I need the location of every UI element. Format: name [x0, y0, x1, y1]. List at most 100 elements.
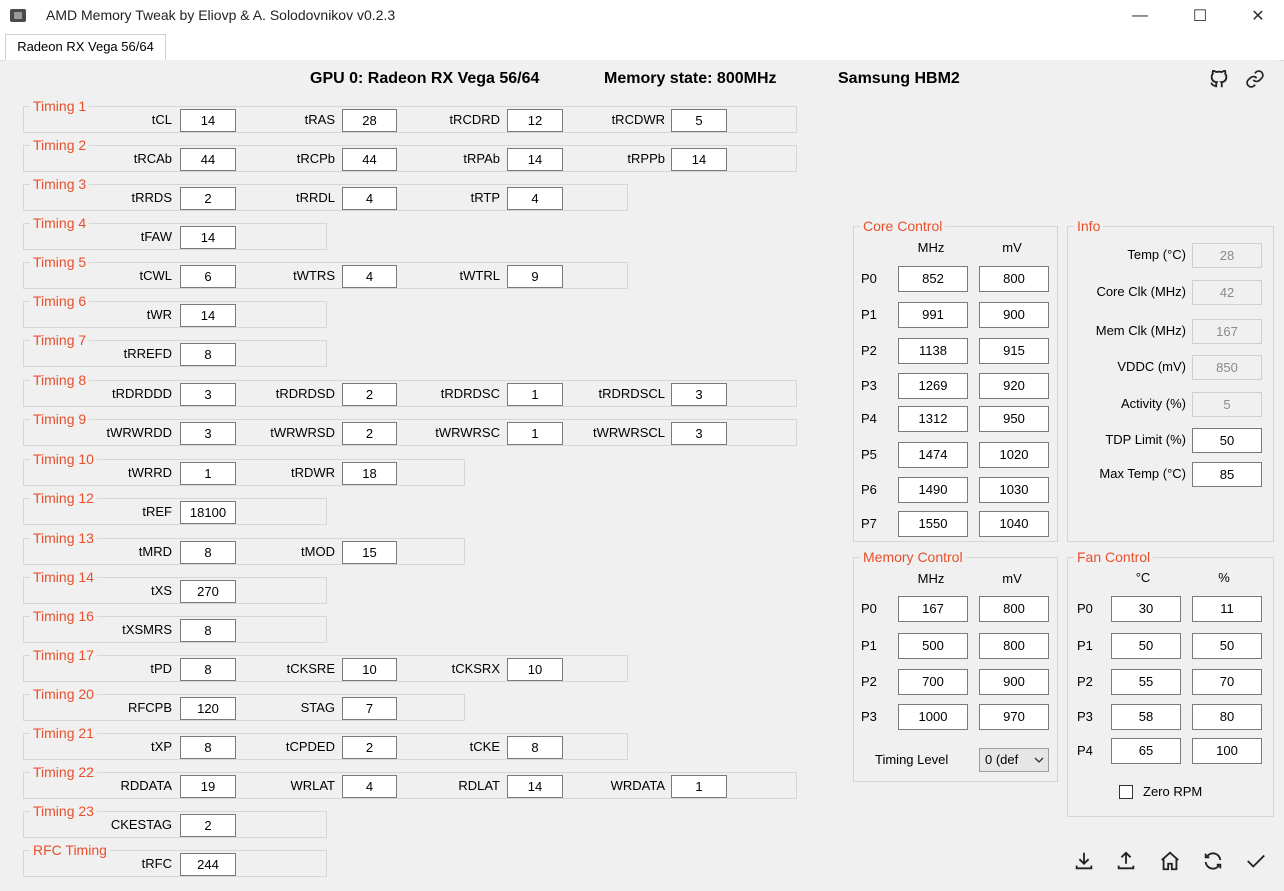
input-tcksrx[interactable]: 10	[507, 658, 563, 681]
input-trcpb[interactable]: 44	[342, 148, 397, 171]
input-trfc[interactable]: 244	[180, 853, 236, 876]
core-mv-input[interactable]: 950	[979, 406, 1049, 432]
label-tcpded: tCPDED	[285, 739, 335, 754]
core-mhz-input[interactable]: 991	[898, 302, 968, 328]
label-tpd: tPD	[150, 661, 172, 676]
label-trdrdsd: tRDRDSD	[275, 386, 335, 401]
maximize-button[interactable]: ☐	[1177, 0, 1223, 32]
input-wrdata[interactable]: 1	[671, 775, 727, 798]
input-trdwr[interactable]: 18	[342, 462, 397, 485]
mem-mv-input[interactable]: 900	[979, 669, 1049, 695]
core-mhz-input[interactable]: 1474	[898, 442, 968, 468]
core-pstate-label: P7	[861, 516, 877, 531]
core-mv-input[interactable]: 1030	[979, 477, 1049, 503]
refresh-icon[interactable]	[1199, 847, 1227, 875]
info-value-activity: 5	[1192, 392, 1262, 417]
fan-percent-input[interactable]: 100	[1192, 738, 1262, 764]
label-trcpb: tRCPb	[296, 151, 335, 166]
info-value-max-temp-c[interactable]: 85	[1192, 462, 1262, 487]
input-txs[interactable]: 270	[180, 580, 236, 603]
minimize-button[interactable]: —	[1117, 0, 1163, 32]
tab-gpu0[interactable]: Radeon RX Vega 56/64	[5, 34, 166, 60]
fan-percent-input[interactable]: 11	[1192, 596, 1262, 622]
check-icon[interactable]	[1242, 847, 1270, 875]
input-trcdwr[interactable]: 5	[671, 109, 727, 132]
info-label-vddc-mv: VDDC (mV)	[1117, 359, 1186, 374]
fan-pstate-label: P2	[1077, 674, 1093, 689]
home-icon[interactable]	[1156, 847, 1184, 875]
input-trrefd[interactable]: 8	[180, 343, 236, 366]
input-ckestag[interactable]: 2	[180, 814, 236, 837]
input-trppb[interactable]: 14	[671, 148, 727, 171]
input-txsmrs[interactable]: 8	[180, 619, 236, 642]
mem-mv-input[interactable]: 800	[979, 633, 1049, 659]
label-trrds: tRRDS	[131, 190, 172, 205]
fan-temp-header: °C	[1135, 570, 1151, 585]
info-label-temp-c: Temp (°C)	[1127, 247, 1186, 262]
input-tcpded[interactable]: 2	[342, 736, 397, 759]
input-twr[interactable]: 14	[180, 304, 236, 327]
core-mhz-input[interactable]: 1312	[898, 406, 968, 432]
core-mv-input[interactable]: 800	[979, 266, 1049, 292]
fan-temp-input[interactable]: 55	[1111, 669, 1181, 695]
fan-percent-input[interactable]: 80	[1192, 704, 1262, 730]
core-mhz-input[interactable]: 852	[898, 266, 968, 292]
input-tfaw[interactable]: 14	[180, 226, 236, 249]
core-mv-input[interactable]: 1020	[979, 442, 1049, 468]
input-tras[interactable]: 28	[342, 109, 397, 132]
input-trdrdscl[interactable]: 3	[671, 383, 727, 406]
core-mv-input[interactable]: 1040	[979, 511, 1049, 537]
fan-percent-input[interactable]: 70	[1192, 669, 1262, 695]
input-stag[interactable]: 7	[342, 697, 397, 720]
fan-percent-input[interactable]: 50	[1192, 633, 1262, 659]
input-trtp[interactable]: 4	[507, 187, 563, 210]
input-trdrdsd[interactable]: 2	[342, 383, 397, 406]
mem-mhz-input[interactable]: 500	[898, 633, 968, 659]
mem-mv-input[interactable]: 970	[979, 704, 1049, 730]
label-tcwl: tCWL	[139, 268, 173, 283]
label-trdrddd: tRDRDDD	[112, 386, 172, 401]
label-trdrdsc: tRDRDSC	[440, 386, 500, 401]
mem-mv-input[interactable]: 800	[979, 596, 1049, 622]
zero-rpm-label: Zero RPM	[1143, 784, 1203, 799]
core-mv-input[interactable]: 900	[979, 302, 1049, 328]
download-icon[interactable]	[1070, 847, 1098, 875]
timing-level-label: Timing Level	[875, 752, 949, 767]
fan-temp-input[interactable]: 58	[1111, 704, 1181, 730]
core-mhz-input[interactable]: 1269	[898, 373, 968, 399]
input-tmod[interactable]: 15	[342, 541, 397, 564]
fan-temp-input[interactable]: 30	[1111, 596, 1181, 622]
input-tref[interactable]: 18100	[180, 501, 236, 524]
upload-icon[interactable]	[1112, 847, 1140, 875]
input-twrwrscl[interactable]: 3	[671, 422, 727, 445]
mem-mhz-input[interactable]: 1000	[898, 704, 968, 730]
input-twtrl[interactable]: 9	[507, 265, 563, 288]
zero-rpm-checkbox[interactable]	[1119, 785, 1133, 799]
mem-mv-header: mV	[1002, 571, 1022, 586]
link-icon[interactable]	[1241, 65, 1269, 93]
input-trrdl[interactable]: 4	[342, 187, 397, 210]
core-pstate-label: P3	[861, 378, 877, 393]
label-tras: tRAS	[304, 112, 335, 127]
core-mv-input[interactable]: 915	[979, 338, 1049, 364]
group-title: Memory Control	[860, 548, 966, 566]
core-mv-input[interactable]: 920	[979, 373, 1049, 399]
input-tcksre[interactable]: 10	[342, 658, 397, 681]
input-wrlat[interactable]: 4	[342, 775, 397, 798]
timing-level-select[interactable]: 0 (def	[979, 748, 1049, 772]
fan-temp-input[interactable]: 65	[1111, 738, 1181, 764]
input-tcke[interactable]: 8	[507, 736, 563, 759]
fan-temp-input[interactable]: 50	[1111, 633, 1181, 659]
info-value-tdp-limit[interactable]: 50	[1192, 428, 1262, 453]
input-twtrs[interactable]: 4	[342, 265, 397, 288]
core-mhz-input[interactable]: 1490	[898, 477, 968, 503]
input-twrwrsd[interactable]: 2	[342, 422, 397, 445]
label-wrdata: WRDATA	[610, 778, 665, 793]
mem-mhz-input[interactable]: 167	[898, 596, 968, 622]
github-icon[interactable]	[1205, 65, 1233, 93]
core-mhz-input[interactable]: 1138	[898, 338, 968, 364]
core-mhz-input[interactable]: 1550	[898, 511, 968, 537]
mem-mhz-input[interactable]: 700	[898, 669, 968, 695]
core-pstate-label: P5	[861, 447, 877, 462]
close-button[interactable]: ✕	[1235, 0, 1281, 32]
